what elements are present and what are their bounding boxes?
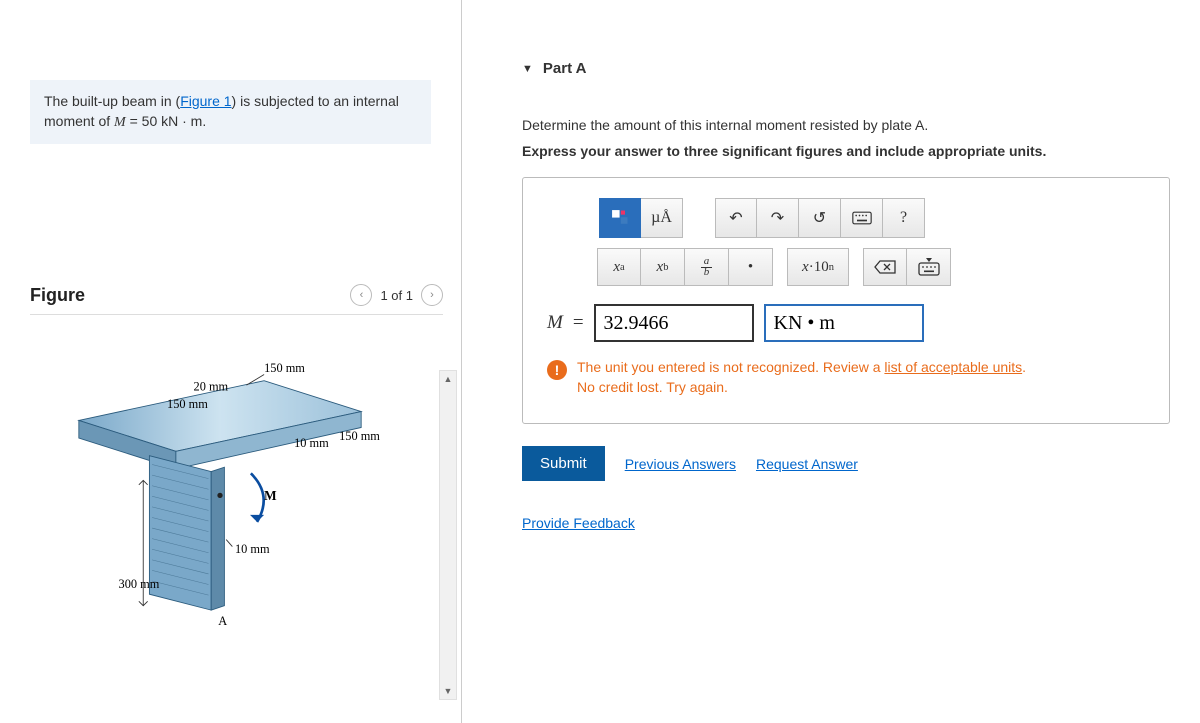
answer-box: µÅ ↶ ↷ ↺ ? xa xb ab • x·10n bbox=[522, 177, 1170, 424]
submit-button[interactable]: Submit bbox=[522, 446, 605, 481]
redo-button[interactable]: ↷ bbox=[757, 198, 799, 238]
units-button[interactable]: µÅ bbox=[641, 198, 683, 238]
problem-statement: The built-up beam in (Figure 1) is subje… bbox=[30, 80, 431, 144]
keyboard-button[interactable] bbox=[841, 198, 883, 238]
subscript-button[interactable]: xb bbox=[641, 248, 685, 286]
dim-10-top: 10 mm bbox=[294, 436, 329, 450]
scientific-button[interactable]: x·10n bbox=[787, 248, 849, 286]
templates-button[interactable] bbox=[599, 198, 641, 238]
reset-button[interactable]: ↺ bbox=[799, 198, 841, 238]
toolbar-row-1: µÅ ↶ ↷ ↺ ? bbox=[547, 198, 1145, 238]
feedback-line1-pre: The unit you entered is not recognized. … bbox=[577, 359, 884, 375]
figure-prev-button[interactable]: ‹ bbox=[350, 284, 372, 306]
feedback-line2: No credit lost. Try again. bbox=[577, 379, 728, 395]
dim-150-top: 150 mm bbox=[264, 361, 305, 375]
problem-text-pre: The built-up beam in ( bbox=[44, 93, 180, 109]
scroll-up-icon[interactable]: ▲ bbox=[440, 371, 456, 387]
feedback-message: ! The unit you entered is not recognized… bbox=[547, 358, 1145, 397]
feedback-line1-post: . bbox=[1022, 359, 1026, 375]
figure-link[interactable]: Figure 1 bbox=[180, 93, 231, 109]
previous-answers-link[interactable]: Previous Answers bbox=[625, 456, 736, 472]
dot-button[interactable]: • bbox=[729, 248, 773, 286]
label-A: A bbox=[218, 614, 227, 628]
figure-pager-text: 1 of 1 bbox=[380, 288, 413, 303]
undo-button[interactable]: ↶ bbox=[715, 198, 757, 238]
value-input[interactable] bbox=[594, 304, 754, 342]
fraction-button[interactable]: ab bbox=[685, 248, 729, 286]
submit-row: Submit Previous Answers Request Answer bbox=[522, 446, 1170, 481]
warning-icon: ! bbox=[547, 360, 567, 380]
scroll-down-icon[interactable]: ▼ bbox=[440, 683, 456, 699]
equals-sign: = bbox=[573, 312, 584, 334]
moment-var: M bbox=[114, 115, 126, 130]
answer-variable: M bbox=[547, 312, 563, 334]
part-header[interactable]: ▼ Part A bbox=[522, 60, 1170, 77]
dim-150-left: 150 mm bbox=[167, 397, 208, 411]
toolbar-row-2: xa xb ab • x·10n bbox=[547, 248, 1145, 286]
acceptable-units-link[interactable]: list of acceptable units bbox=[884, 359, 1022, 375]
figure-scrollbar[interactable]: ▲ ▼ bbox=[439, 370, 457, 700]
figure-heading: Figure bbox=[30, 285, 85, 306]
moment-value: = 50 kN · m. bbox=[126, 113, 207, 129]
request-answer-link[interactable]: Request Answer bbox=[756, 456, 858, 472]
superscript-button[interactable]: xa bbox=[597, 248, 641, 286]
instruction-text: Express your answer to three significant… bbox=[522, 143, 1170, 159]
collapse-icon: ▼ bbox=[522, 63, 533, 75]
label-M: M bbox=[264, 488, 277, 503]
question-text: Determine the amount of this internal mo… bbox=[522, 117, 1170, 133]
figure-image: 150 mm 20 mm 150 mm 150 mm 10 mm M 10 mm… bbox=[0, 321, 461, 661]
dim-150-right: 150 mm bbox=[339, 429, 380, 443]
help-button[interactable]: ? bbox=[883, 198, 925, 238]
dim-20: 20 mm bbox=[194, 380, 229, 394]
keyboard2-button[interactable] bbox=[907, 248, 951, 286]
figure-pager: ‹ 1 of 1 › bbox=[350, 284, 443, 306]
answer-line: M = bbox=[547, 304, 1145, 342]
backspace-button[interactable] bbox=[863, 248, 907, 286]
dim-300: 300 mm bbox=[119, 577, 160, 591]
unit-input[interactable] bbox=[764, 304, 924, 342]
part-title: Part A bbox=[543, 60, 587, 77]
figure-next-button[interactable]: › bbox=[421, 284, 443, 306]
dim-10-web: 10 mm bbox=[235, 542, 270, 556]
provide-feedback-link[interactable]: Provide Feedback bbox=[522, 515, 635, 531]
